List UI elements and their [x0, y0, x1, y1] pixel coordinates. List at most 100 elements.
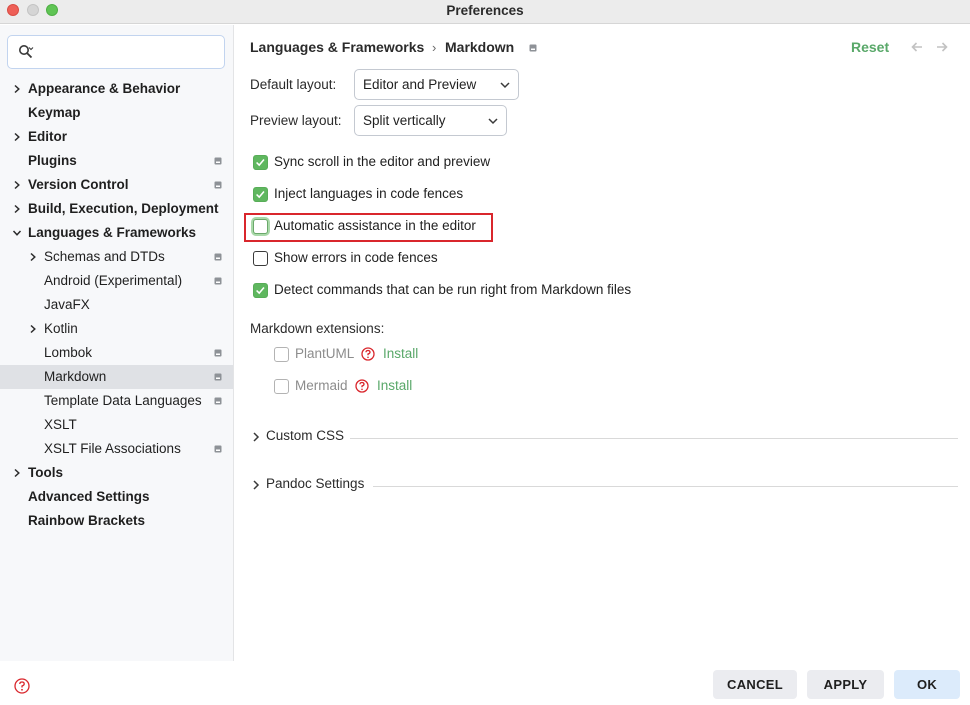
chevron-down-icon[interactable] [12, 228, 22, 238]
mermaid-install-link[interactable]: Install [377, 378, 412, 393]
sidebar-item-rainbow-brackets[interactable]: Rainbow Brackets [0, 509, 233, 533]
sidebar-item-schemas-and-dtds[interactable]: Schemas and DTDs [0, 245, 233, 269]
sidebar-item-label: Kotlin [44, 321, 78, 336]
sidebar-item-appearance-behavior[interactable]: Appearance & Behavior [0, 77, 233, 101]
reset-link[interactable]: Reset [851, 39, 889, 55]
forward-arrow-icon[interactable] [935, 41, 949, 53]
settings-search-input[interactable] [7, 35, 225, 69]
sidebar-item-kotlin[interactable]: Kotlin [0, 317, 233, 341]
sidebar-item-label: Appearance & Behavior [28, 81, 181, 96]
project-scope-icon [214, 253, 222, 261]
custom-css-section[interactable]: Custom CSS [252, 427, 962, 447]
plantuml-install-link[interactable]: Install [383, 346, 418, 361]
detect-commands-checkbox[interactable] [253, 283, 268, 298]
mermaid-label: Mermaid [295, 378, 348, 393]
back-arrow-icon[interactable] [910, 41, 924, 53]
sidebar-item-xslt[interactable]: XSLT [0, 413, 233, 437]
sidebar-item-label: Languages & Frameworks [28, 225, 197, 240]
help-icon[interactable] [14, 678, 30, 694]
pandoc-settings-section[interactable]: Pandoc Settings [252, 475, 962, 495]
show-errors-checkbox[interactable] [253, 251, 268, 266]
chevron-right-icon[interactable] [12, 84, 22, 94]
markdown-extensions-label: Markdown extensions: [250, 321, 385, 336]
sidebar-item-markdown[interactable]: Markdown [0, 365, 233, 389]
project-scope-icon [214, 397, 222, 405]
show-errors-label: Show errors in code fences [274, 250, 438, 265]
sidebar-item-label: Template Data Languages [44, 393, 202, 408]
chevron-right-icon[interactable] [28, 324, 38, 334]
sidebar-item-label: Schemas and DTDs [44, 249, 165, 264]
default-layout-select[interactable]: Editor and Preview [354, 69, 519, 100]
chevron-down-icon [488, 118, 498, 125]
ok-button[interactable]: OK [894, 670, 960, 699]
automatic-assistance-label: Automatic assistance in the editor [274, 218, 476, 233]
sidebar-item-label: XSLT [44, 417, 77, 432]
plantuml-checkbox [274, 347, 289, 362]
sidebar-item-build-execution-deployment[interactable]: Build, Execution, Deployment [0, 197, 233, 221]
project-scope-icon [214, 277, 222, 285]
cancel-button[interactable]: CANCEL [713, 670, 797, 699]
search-icon [19, 45, 34, 59]
breadcrumb-separator: › [432, 40, 437, 55]
plantuml-label: PlantUML [295, 346, 355, 361]
sidebar-item-languages-frameworks[interactable]: Languages & Frameworks [0, 221, 233, 245]
automatic-assistance-checkbox[interactable] [253, 219, 268, 234]
markdown-settings-panel: Languages & Frameworks › Markdown Reset … [234, 25, 970, 661]
settings-tree: Appearance & Behavior Keymap Editor Plugins… [0, 77, 233, 533]
sidebar-item-label: Tools [28, 465, 63, 480]
chevron-right-icon[interactable] [12, 132, 22, 142]
breadcrumb-parent[interactable]: Languages & Frameworks [250, 39, 424, 55]
sidebar-item-advanced-settings[interactable]: Advanced Settings [0, 485, 233, 509]
project-scope-icon [214, 349, 222, 357]
chevron-right-icon[interactable] [28, 252, 38, 262]
divider [373, 486, 958, 487]
help-icon[interactable] [355, 379, 369, 393]
project-scope-icon [214, 157, 222, 165]
custom-css-label: Custom CSS [266, 428, 345, 443]
preview-layout-value: Split vertically [363, 113, 446, 128]
sidebar-item-plugins[interactable]: Plugins [0, 149, 233, 173]
sidebar-item-label: XSLT File Associations [44, 441, 181, 456]
sidebar-item-label: Editor [28, 129, 67, 144]
title-bar: Preferences [0, 0, 970, 24]
sidebar-item-label: Version Control [28, 177, 129, 192]
sidebar-item-label: Build, Execution, Deployment [28, 201, 219, 216]
sidebar-item-label: Keymap [28, 105, 81, 120]
divider [350, 438, 958, 439]
sync-scroll-label: Sync scroll in the editor and preview [274, 154, 491, 169]
chevron-right-icon[interactable] [12, 204, 22, 214]
sidebar-item-label: Markdown [44, 369, 107, 384]
chevron-right-icon[interactable] [12, 468, 22, 478]
sync-scroll-checkbox[interactable] [253, 155, 268, 170]
sidebar-item-label: Rainbow Brackets [28, 513, 146, 528]
window-title: Preferences [446, 3, 524, 18]
project-scope-icon [214, 373, 222, 381]
sidebar-item-label: Android (Experimental) [44, 273, 183, 288]
default-layout-label: Default layout: [250, 77, 337, 92]
sidebar-item-template-data-languages[interactable]: Template Data Languages [0, 389, 233, 413]
sidebar-item-editor[interactable]: Editor [0, 125, 233, 149]
preview-layout-select[interactable]: Split vertically [354, 105, 507, 136]
chevron-right-icon[interactable] [12, 180, 22, 190]
sidebar-item-xslt-file-associations[interactable]: XSLT File Associations [0, 437, 233, 461]
help-icon[interactable] [361, 347, 375, 361]
mermaid-checkbox [274, 379, 289, 394]
sidebar-item-javafx[interactable]: JavaFX [0, 293, 233, 317]
sidebar-item-label: Advanced Settings [28, 489, 150, 504]
project-scope-icon [214, 445, 222, 453]
sidebar-item-android-experimental[interactable]: Android (Experimental) [0, 269, 233, 293]
sidebar-item-keymap[interactable]: Keymap [0, 101, 233, 125]
sidebar-item-label: Plugins [28, 153, 77, 168]
sidebar-item-lombok[interactable]: Lombok [0, 341, 233, 365]
sidebar-item-tools[interactable]: Tools [0, 461, 233, 485]
apply-button[interactable]: APPLY [807, 670, 884, 699]
project-scope-icon [214, 181, 222, 189]
preview-layout-label: Preview layout: [250, 113, 342, 128]
sidebar-item-label: Lombok [44, 345, 93, 360]
chevron-right-icon [253, 432, 260, 442]
breadcrumb-current: Markdown [445, 39, 515, 55]
inject-languages-checkbox[interactable] [253, 187, 268, 202]
project-scope-icon [529, 44, 537, 52]
chevron-down-icon [500, 82, 510, 89]
sidebar-item-version-control[interactable]: Version Control [0, 173, 233, 197]
